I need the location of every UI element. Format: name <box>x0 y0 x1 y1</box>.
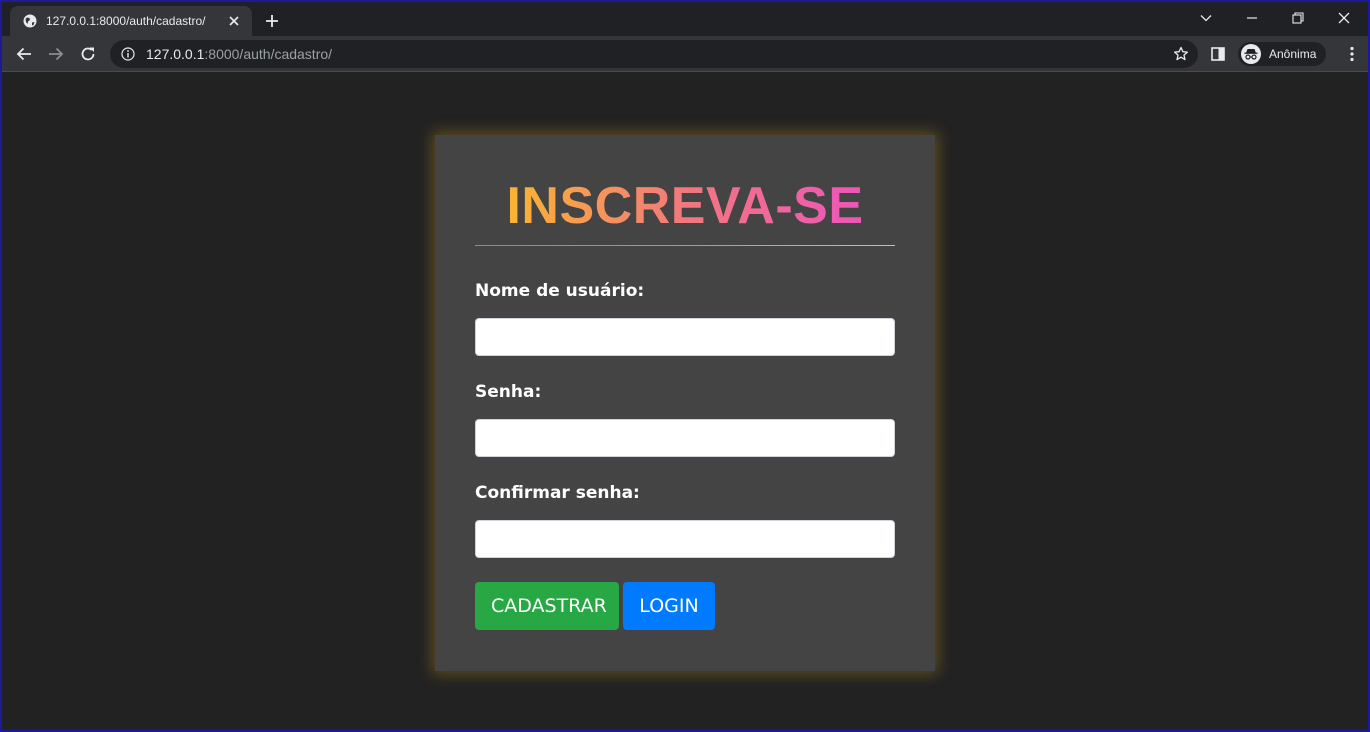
reload-icon[interactable] <box>74 40 102 68</box>
password-input[interactable] <box>475 419 895 457</box>
login-button[interactable]: LOGIN <box>623 582 715 630</box>
title-divider <box>475 245 895 246</box>
browser-toolbar: 127.0.0.1:8000/auth/cadastro/ Anônima <box>2 36 1368 72</box>
globe-icon <box>22 13 38 29</box>
restore-icon[interactable] <box>1276 4 1320 32</box>
confirm-password-label: Confirmar senha: <box>475 483 640 503</box>
url-path: :8000/auth/cadastro/ <box>204 46 333 62</box>
url-host: 127.0.0.1 <box>146 46 205 62</box>
confirm-password-input[interactable] <box>475 520 895 558</box>
password-label: Senha: <box>475 382 542 402</box>
page-content: INSCREVA-SE Nome de usuário: Senha: Conf… <box>2 73 1368 730</box>
username-input[interactable] <box>475 318 895 356</box>
tab-close-icon[interactable] <box>226 13 242 29</box>
incognito-icon <box>1241 44 1261 64</box>
signup-title: INSCREVA-SE <box>475 177 895 235</box>
profile-label: Anônima <box>1269 47 1317 61</box>
address-bar[interactable]: 127.0.0.1:8000/auth/cadastro/ <box>110 40 1198 68</box>
tab-title: 127.0.0.1:8000/auth/cadastro/ <box>46 14 206 28</box>
browser-window: 127.0.0.1:8000/auth/cadastro/ 127.0.0.1:… <box>2 2 1368 730</box>
tab-search-chevron-icon[interactable] <box>1184 4 1228 32</box>
side-panel-icon[interactable] <box>1208 44 1228 64</box>
tab-strip: 127.0.0.1:8000/auth/cadastro/ <box>2 2 1368 36</box>
browser-menu-icon[interactable] <box>1342 44 1362 64</box>
site-info-icon[interactable] <box>120 46 136 62</box>
new-tab-icon[interactable] <box>262 11 282 31</box>
signup-card: INSCREVA-SE Nome de usuário: Senha: Conf… <box>435 135 935 671</box>
form-actions: CADASTRAR LOGIN <box>475 582 895 630</box>
browser-tab[interactable]: 127.0.0.1:8000/auth/cadastro/ <box>10 6 252 36</box>
close-window-icon[interactable] <box>1322 4 1366 32</box>
minimize-icon[interactable] <box>1230 4 1274 32</box>
forward-arrow-icon[interactable] <box>42 40 70 68</box>
url-text: 127.0.0.1:8000/auth/cadastro/ <box>146 46 332 62</box>
profile-button[interactable]: Anônima <box>1238 42 1327 66</box>
back-arrow-icon[interactable] <box>10 40 38 68</box>
register-button[interactable]: CADASTRAR <box>475 582 619 630</box>
username-label: Nome de usuário: <box>475 281 645 301</box>
bookmark-star-icon[interactable] <box>1172 45 1190 63</box>
